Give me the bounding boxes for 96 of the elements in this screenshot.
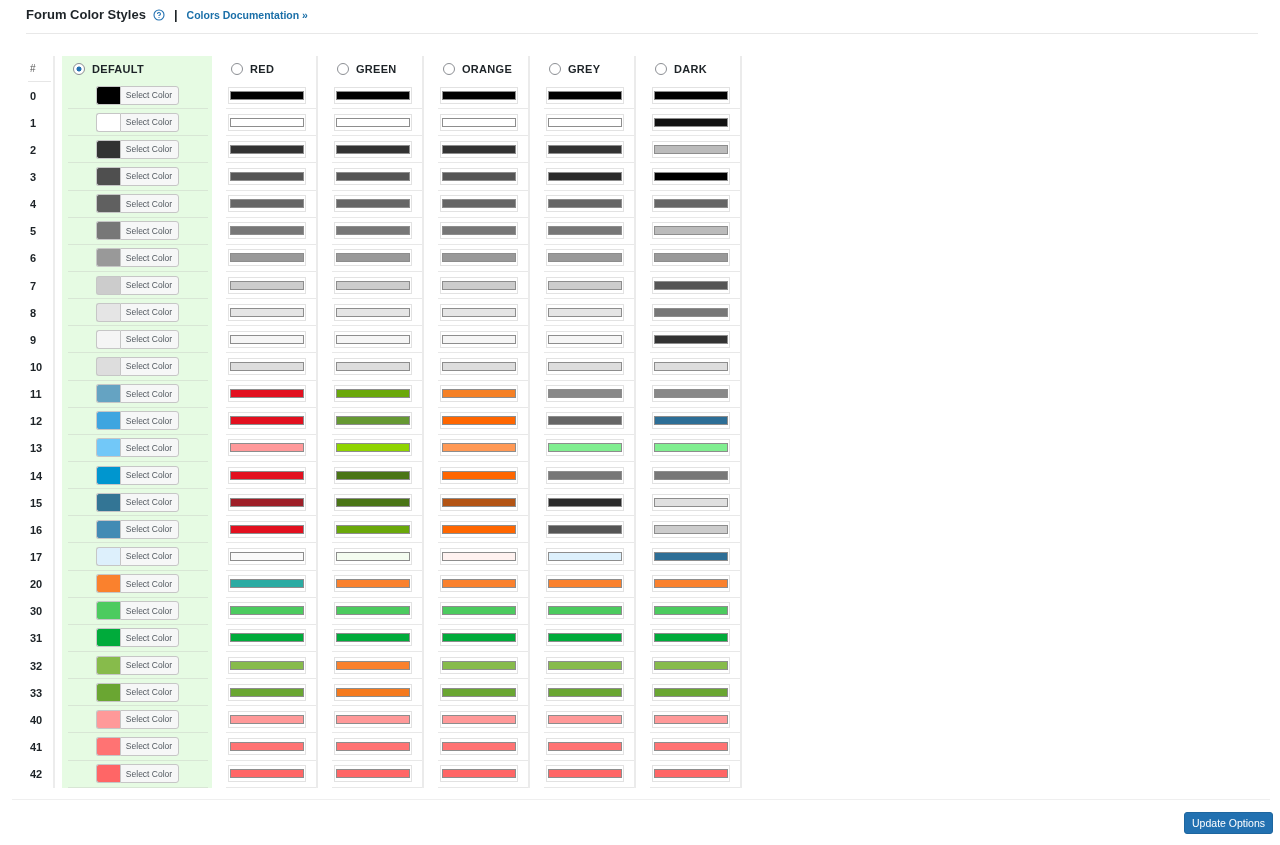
select-color-button[interactable]: Select Color: [119, 248, 179, 268]
radio-icon[interactable]: [73, 63, 85, 75]
color-swatch-icon[interactable]: [95, 329, 120, 349]
color-swatch-icon[interactable]: [95, 248, 120, 268]
radio-icon[interactable]: [549, 63, 561, 75]
color-swatch-icon[interactable]: [95, 465, 120, 485]
row-number: 31: [29, 631, 44, 647]
row-number: 30: [29, 604, 44, 620]
row-number: 20: [29, 577, 44, 593]
row-number: 1: [29, 115, 38, 131]
color-swatch-icon[interactable]: [95, 682, 120, 702]
scheme-radio-option[interactable]: GREY: [549, 63, 601, 75]
radio-icon[interactable]: [655, 63, 667, 75]
row-number: 9: [29, 332, 38, 348]
color-swatch-icon[interactable]: [95, 167, 120, 186]
select-color-button[interactable]: Select Color: [119, 167, 179, 186]
column-heading: #: [28, 56, 51, 82]
select-color-button[interactable]: Select Color: [119, 574, 179, 594]
scheme-radio-option[interactable]: DEFAULT: [73, 63, 144, 75]
scheme-radio-option[interactable]: ORANGE: [443, 63, 513, 75]
select-color-button[interactable]: Select Color: [119, 546, 179, 566]
row-number: 6: [29, 251, 38, 267]
select-color-button[interactable]: Select Color: [119, 411, 179, 431]
row-number: 15: [29, 495, 44, 511]
select-color-button[interactable]: Select Color: [119, 85, 179, 105]
row-number: 12: [29, 414, 44, 430]
select-color-button[interactable]: Select Color: [119, 356, 179, 376]
update-options-button[interactable]: Update Options: [1184, 811, 1273, 834]
select-color-button[interactable]: Select Color: [119, 628, 179, 648]
select-color-button[interactable]: Select Color: [119, 601, 179, 621]
color-swatch-icon[interactable]: [95, 275, 120, 295]
row-number: 17: [29, 549, 44, 565]
row-number: 10: [29, 359, 44, 375]
radio-icon[interactable]: [443, 63, 455, 75]
scheme-radio-option[interactable]: DARK: [655, 63, 707, 75]
documentation-link[interactable]: Colors Documentation »: [186, 8, 308, 21]
color-swatch-icon[interactable]: [95, 221, 120, 241]
row-number: 33: [29, 685, 44, 701]
select-color-button[interactable]: Select Color: [119, 682, 179, 702]
radio-icon[interactable]: [231, 63, 243, 75]
select-color-button[interactable]: Select Color: [119, 302, 179, 322]
select-color-button[interactable]: Select Color: [119, 465, 179, 485]
color-swatch-icon[interactable]: [95, 628, 120, 648]
color-swatch-icon[interactable]: [95, 302, 120, 322]
row-number: 41: [29, 739, 44, 755]
color-swatch-icon[interactable]: [95, 492, 120, 512]
select-color-button[interactable]: Select Color: [119, 438, 179, 458]
help-icon[interactable]: [152, 8, 165, 21]
select-color-button[interactable]: Select Color: [119, 384, 179, 404]
color-swatch-icon[interactable]: [95, 139, 120, 159]
scheme-radio-option[interactable]: RED: [231, 63, 275, 75]
radio-icon[interactable]: [337, 63, 349, 75]
color-swatch-icon[interactable]: [95, 601, 120, 621]
row-number: 11: [29, 387, 43, 403]
color-swatch-icon[interactable]: [95, 384, 120, 404]
color-swatch-icon[interactable]: [95, 411, 120, 431]
scheme-radio-option[interactable]: GREEN: [337, 63, 397, 75]
select-color-button[interactable]: Select Color: [119, 492, 179, 512]
row-number: 40: [29, 712, 44, 728]
select-color-button[interactable]: Select Color: [119, 275, 179, 295]
color-swatch-icon[interactable]: [95, 85, 120, 105]
row-number: 5: [29, 224, 38, 240]
color-swatch-icon[interactable]: [95, 356, 120, 376]
row-number: 42: [29, 767, 44, 783]
section-title: Forum Color Styles: [26, 7, 146, 22]
color-swatch-icon[interactable]: [95, 519, 120, 539]
row-number: 8: [29, 305, 38, 321]
color-swatch-icon[interactable]: [95, 709, 120, 729]
color-swatch-icon[interactable]: [95, 194, 120, 214]
select-color-button[interactable]: Select Color: [119, 655, 179, 675]
row-number: 14: [29, 468, 44, 484]
color-swatch-icon[interactable]: [95, 546, 120, 566]
row-number: 32: [29, 658, 44, 674]
separator: |: [173, 7, 178, 22]
color-swatch-icon[interactable]: [95, 736, 120, 756]
select-color-button[interactable]: Select Color: [119, 221, 179, 241]
select-color-button[interactable]: Select Color: [119, 329, 179, 349]
row-number: 0: [29, 88, 38, 104]
select-color-button[interactable]: Select Color: [119, 709, 179, 729]
select-color-button[interactable]: Select Color: [119, 736, 179, 756]
row-number: 3: [29, 170, 38, 185]
color-swatch-icon[interactable]: [95, 112, 120, 132]
color-swatch-icon[interactable]: [95, 438, 120, 458]
row-number: 13: [29, 441, 44, 457]
select-color-button[interactable]: Select Color: [119, 764, 179, 784]
row-number: 4: [29, 197, 38, 213]
select-color-button[interactable]: Select Color: [119, 112, 179, 132]
row-number: 16: [29, 522, 44, 538]
color-swatch-icon[interactable]: [95, 764, 120, 784]
select-color-button[interactable]: Select Color: [119, 519, 179, 539]
color-swatch-icon[interactable]: [95, 574, 120, 594]
color-swatch-icon[interactable]: [95, 655, 120, 675]
row-number: 7: [29, 278, 38, 294]
select-color-button[interactable]: Select Color: [119, 139, 179, 159]
row-number: 2: [29, 142, 38, 158]
select-color-button[interactable]: Select Color: [119, 194, 179, 214]
